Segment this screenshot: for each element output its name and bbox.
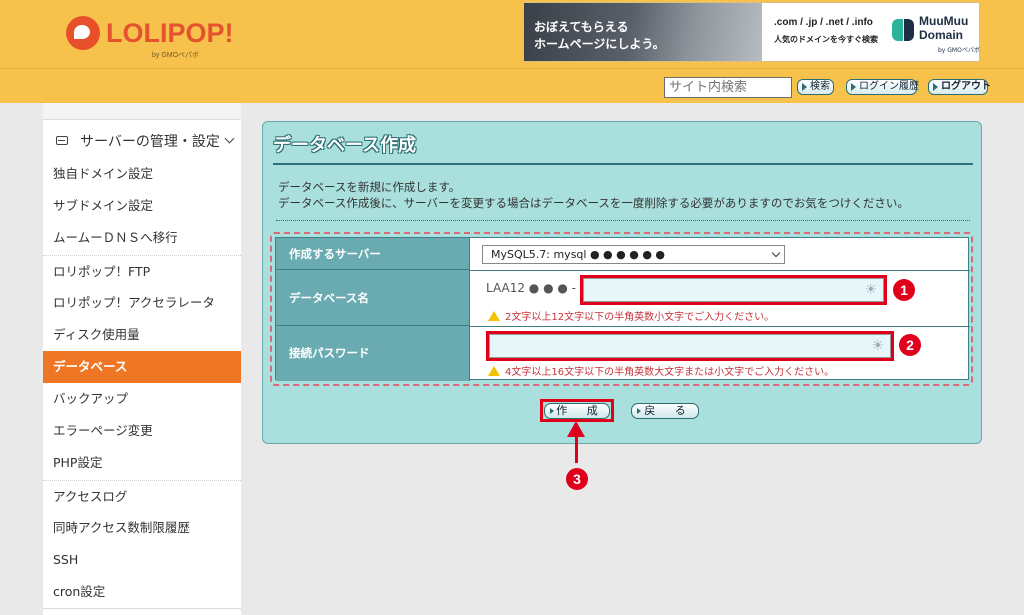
page-title: データベース作成 <box>273 135 417 156</box>
sidebar-section-server-management[interactable]: サーバーの管理・設定 <box>43 122 241 158</box>
description-line-1: データベースを新規に作成します。 <box>278 180 461 194</box>
server-select[interactable]: MySQL5.7: mysql ● ● ● ● ● ● <box>482 245 785 264</box>
step-badge-1: 1 <box>893 279 915 301</box>
header: LOLIPOP! by GMOペパボ おぼえてもらえる ホームページにしよう。 … <box>0 0 1024 103</box>
banner-tagline: 人気のドメインを今すぐ検索 <box>774 35 878 44</box>
password-hint-text: 4文字以上16文字以下の半角英数大文字または小文字でご入力ください。 <box>505 367 835 378</box>
sidebar-item-database[interactable]: データベース <box>43 351 241 383</box>
dbname-prefix: LAA12 ● ● ● - <box>486 281 576 295</box>
autofill-key-icon[interactable]: ☀ <box>871 339 884 353</box>
logout-button[interactable]: ログアウト <box>928 79 991 95</box>
sidebar-item-disk-usage[interactable]: ディスク使用量 <box>43 319 241 351</box>
chevron-down-icon <box>224 133 235 144</box>
banner-brand-sub: by GMOペパボ <box>938 47 980 54</box>
back-button[interactable]: 戻 る <box>631 403 699 419</box>
database-create-panel: データベース作成 データベースを新規に作成します。 データベース作成後に、サーバ… <box>262 121 982 444</box>
server-label: 作成するサーバー <box>276 238 470 270</box>
sidebar-item-accelerator[interactable]: ロリポップ！アクセラレータ <box>43 287 241 319</box>
password-hint: 4文字以上16文字以下の半角英数大文字または小文字でご入力ください。 <box>488 363 834 378</box>
server-icon <box>56 136 68 145</box>
warning-icon <box>488 311 500 321</box>
sidebar-item-cron[interactable]: cron設定 <box>43 576 241 608</box>
banner-domains: .com / .jp / .net / .info <box>774 17 873 28</box>
banner-line-1: おぼえてもらえる <box>534 20 629 34</box>
muumuu-logo-icon <box>892 19 914 41</box>
sidebar-item-access-log[interactable]: アクセスログ <box>43 480 241 512</box>
server-select-value: MySQL5.7: mysql ● ● ● ● ● ● <box>491 248 666 261</box>
muumuu-domain-banner[interactable]: おぼえてもらえる ホームページにしよう。 .com / .jp / .net /… <box>523 2 980 62</box>
chevron-down-icon <box>771 248 781 258</box>
sidebar-topbar <box>43 103 241 120</box>
create-button[interactable]: 作 成 <box>544 403 610 419</box>
row-divider <box>470 326 970 327</box>
autofill-key-icon[interactable]: ☀ <box>864 283 877 297</box>
dbname-input[interactable]: ☀ <box>583 278 884 302</box>
banner-photo: おぼえてもらえる ホームページにしよう。 <box>524 3 762 61</box>
sidebar-divider <box>43 608 241 609</box>
logo-text: LOLIPOP! <box>106 18 234 48</box>
sidebar-item-ftp[interactable]: ロリポップ！FTP <box>43 255 241 287</box>
description-divider <box>276 220 970 221</box>
banner-brand: MuuMuu Domain <box>919 14 969 42</box>
header-divider <box>0 68 1024 69</box>
dbname-hint-text: 2文字以上12文字以下の半角英数小文字でご入力ください。 <box>505 312 775 323</box>
sidebar-item-custom-domain[interactable]: 独自ドメイン設定 <box>43 158 241 190</box>
login-history-button[interactable]: ログイン履歴 <box>846 79 919 95</box>
lolipop-logo-icon <box>66 16 100 50</box>
title-divider <box>273 163 973 165</box>
sidebar-item-backup[interactable]: バックアップ <box>43 383 241 415</box>
search-button[interactable]: 検索 <box>797 79 834 95</box>
arrow-shaft <box>575 435 578 463</box>
row-divider <box>470 270 970 271</box>
logo-sub: by GMOペパボ <box>152 52 200 59</box>
step-badge-2: 2 <box>899 334 921 356</box>
sidebar-item-concurrent-access[interactable]: 同時アクセス数制限履歴 <box>43 512 241 544</box>
sidebar-item-error-page[interactable]: エラーページ変更 <box>43 415 241 447</box>
password-input[interactable]: ☀ <box>489 334 891 358</box>
step-badge-3: 3 <box>566 468 588 490</box>
banner-line-2: ホームページにしよう。 <box>534 37 665 51</box>
warning-icon <box>488 366 500 376</box>
sidebar-section-label: サーバーの管理・設定 <box>80 134 220 150</box>
dbname-hint: 2文字以上12文字以下の半角英数小文字でご入力ください。 <box>488 308 774 323</box>
sidebar: サーバーの管理・設定 独自ドメイン設定 サブドメイン設定 ムームーＤＮＳへ移行 … <box>43 103 241 615</box>
password-label: 接続パスワード <box>276 326 470 381</box>
site-search-input[interactable] <box>664 77 792 98</box>
sidebar-item-subdomain[interactable]: サブドメイン設定 <box>43 190 241 222</box>
database-form: 作成するサーバー データベース名 接続パスワード MySQL5.7: mysql… <box>275 237 970 381</box>
sidebar-item-php-settings[interactable]: PHP設定 <box>43 447 241 479</box>
sidebar-item-ssh[interactable]: SSH <box>43 544 241 576</box>
sidebar-item-muumuu-dns[interactable]: ムームーＤＮＳへ移行 <box>43 222 241 254</box>
dbname-label: データベース名 <box>276 270 470 326</box>
description-line-2: データベース作成後に、サーバーを変更する場合はデータベースを一度削除する必要があ… <box>278 196 909 210</box>
